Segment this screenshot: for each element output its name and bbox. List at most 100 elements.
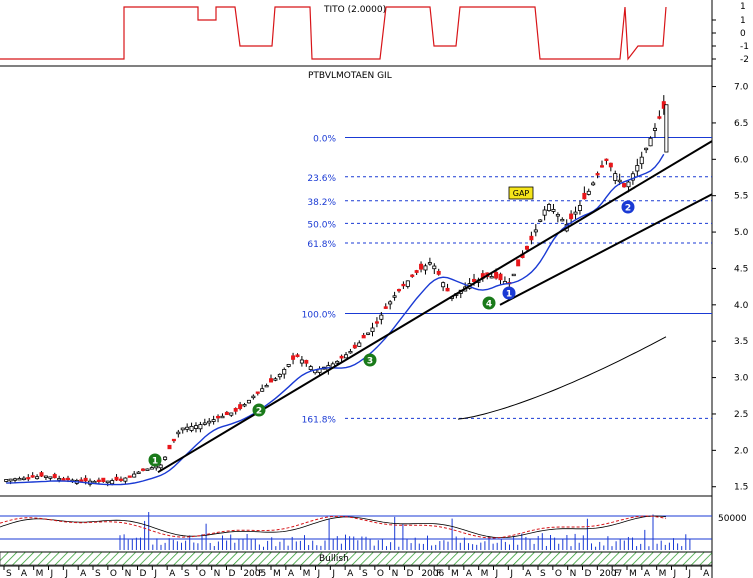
candle-body xyxy=(582,192,587,200)
candle-body xyxy=(96,479,101,482)
price-y-ticks: 7.0 6.5 6.0 5.5 5.0 4.5 4.0 3.5 3.0 2.5 2.0 1.5 xyxy=(712,83,749,493)
x-tick-label: M xyxy=(629,569,637,578)
candle-body xyxy=(185,426,190,430)
candle-body xyxy=(644,147,649,151)
candle-body xyxy=(547,204,552,211)
candle-body xyxy=(560,218,565,222)
candle-body xyxy=(639,156,644,165)
candle-body xyxy=(648,137,653,147)
x-tick-label: O xyxy=(110,569,117,578)
marker-label: 2 xyxy=(625,204,631,214)
x-tick-label: J xyxy=(509,569,513,578)
candle-body xyxy=(273,378,278,381)
fib-level-label: 161.8% xyxy=(302,415,337,425)
marker-label: 1 xyxy=(152,457,158,467)
candle-body xyxy=(141,468,146,471)
candle-body xyxy=(291,355,296,360)
candle-body xyxy=(136,471,141,474)
x-tick-label: J xyxy=(687,569,691,578)
candle-body xyxy=(171,438,176,442)
candle-body xyxy=(65,477,70,481)
x-tick-label: D xyxy=(140,569,147,578)
indicator-top-tick: 1 xyxy=(740,2,746,12)
candle-body xyxy=(198,424,203,430)
candle-body xyxy=(569,213,574,220)
candle-body xyxy=(622,183,627,188)
candle-body xyxy=(277,373,282,378)
candle-body xyxy=(255,391,260,394)
price-tick-label: 2.5 xyxy=(734,410,748,420)
candle-body xyxy=(167,444,172,450)
candle-body xyxy=(370,327,375,332)
x-tick-label: A xyxy=(21,569,28,578)
x-tick-label: J xyxy=(331,569,335,578)
x-tick-label: N xyxy=(570,569,577,578)
x-tick-label: M xyxy=(451,569,459,578)
candle-body xyxy=(43,475,48,478)
candle-body xyxy=(498,273,503,281)
candle-body xyxy=(604,158,609,161)
candle-body xyxy=(57,478,62,481)
candle-body xyxy=(101,477,106,482)
x-tick-label: A xyxy=(703,569,710,578)
candle-body xyxy=(8,478,13,482)
candle-body xyxy=(149,467,154,470)
x-tick-label: N xyxy=(392,569,399,578)
candle-body xyxy=(339,355,344,359)
indicator-label: TITO (2.0000) xyxy=(323,5,386,15)
indicator-tick-label: -2 xyxy=(740,55,749,65)
candle-body xyxy=(251,395,256,399)
stock-chart: TITO (2.0000) 1 0 -1 -2 1 PTBVLMOTAEN GIL 0.… xyxy=(0,0,749,578)
candle-body xyxy=(154,465,159,469)
candle-body xyxy=(282,368,287,375)
candle-body xyxy=(516,259,521,267)
candle-body xyxy=(608,162,613,168)
candle-body xyxy=(489,276,494,279)
marker-label: 4 xyxy=(486,300,492,310)
candle-body xyxy=(202,422,207,425)
fib-level-label: 50.0% xyxy=(307,220,336,230)
fib-level-label: 100.0% xyxy=(302,311,337,321)
candle-body xyxy=(242,404,247,407)
candle-body xyxy=(361,334,366,339)
candle-body xyxy=(586,190,591,195)
candle-body xyxy=(145,468,150,471)
bullish-band xyxy=(0,551,713,566)
candle-body xyxy=(414,270,419,273)
candle-body xyxy=(17,478,22,481)
candle-body xyxy=(664,104,669,153)
price-tick-label: 6.5 xyxy=(734,119,748,129)
candle-body xyxy=(405,280,410,287)
candle-body xyxy=(61,478,66,481)
candle-body xyxy=(52,474,57,479)
candle-body xyxy=(189,425,194,431)
x-tick-label: M xyxy=(659,569,667,578)
chart-frame xyxy=(0,0,712,578)
candle-body xyxy=(207,420,212,424)
candle-body xyxy=(176,431,181,435)
candle-body xyxy=(238,404,243,410)
candle-body xyxy=(635,165,640,172)
candle-body xyxy=(591,182,596,186)
candle-body xyxy=(436,270,441,275)
candle-body xyxy=(626,181,631,188)
x-tick-label: J xyxy=(495,569,499,578)
x-tick-label: S xyxy=(540,569,546,578)
candle-body xyxy=(445,287,450,292)
marker-label: 3 xyxy=(367,357,373,367)
candle-body xyxy=(551,209,556,212)
x-tick-label: M xyxy=(36,569,44,578)
x-tick-label: O xyxy=(555,569,562,578)
candle-body xyxy=(617,179,622,183)
indicator-tick-label: 0 xyxy=(740,29,746,39)
candle-body xyxy=(30,475,35,478)
candle-body xyxy=(220,415,225,419)
fib-level-label: 23.6% xyxy=(307,174,336,184)
candle-body xyxy=(299,359,304,364)
candle-body xyxy=(163,456,168,460)
candle-body xyxy=(348,351,353,354)
x-tick-label: M xyxy=(273,569,281,578)
candle-body xyxy=(511,273,516,277)
candle-body xyxy=(26,477,31,480)
x-tick-label: D xyxy=(229,569,236,578)
